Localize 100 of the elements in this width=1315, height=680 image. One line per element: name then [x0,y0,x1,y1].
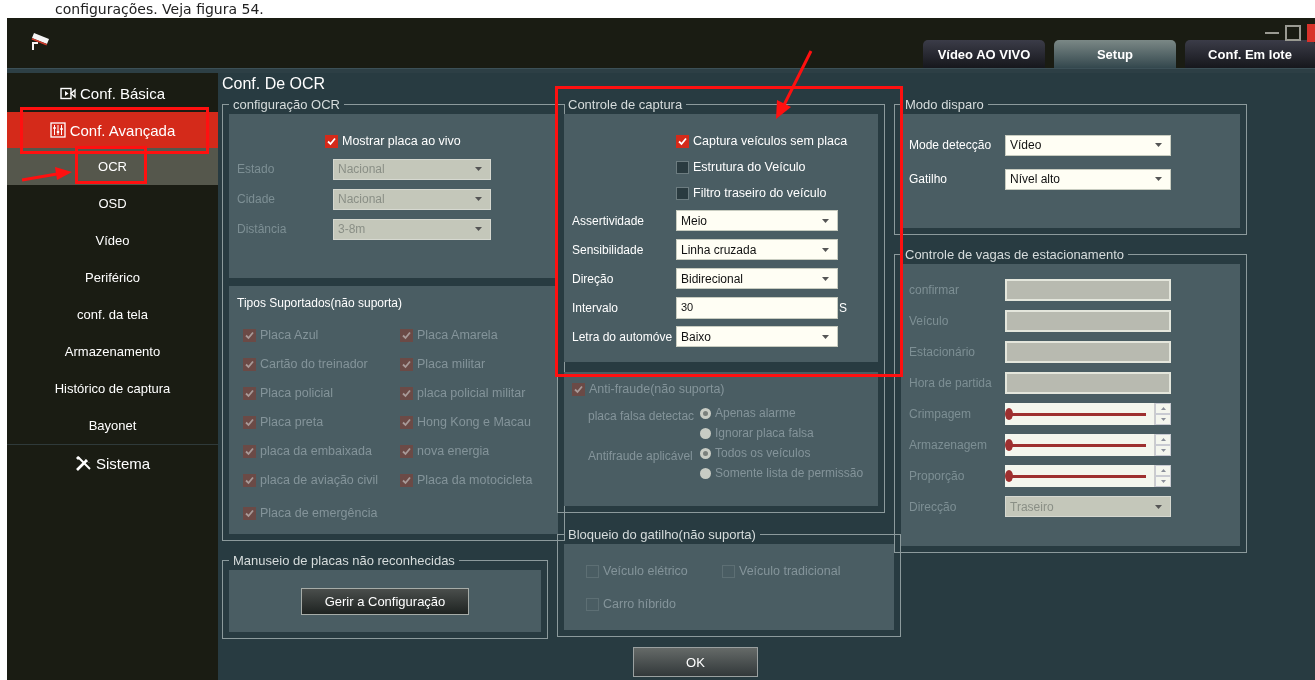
checkbox-label: Mostrar placa ao vivo [342,134,461,148]
checkbox[interactable] [676,160,689,174]
input-field[interactable] [1005,340,1171,363]
up-arrow-icon [1160,437,1166,441]
input-field[interactable] [1005,371,1171,394]
dropdown[interactable]: Linha cruzada [676,239,838,260]
radio-label: Apenas alarme [715,406,796,420]
caret-icon [1155,177,1162,181]
sidebar-item[interactable]: Histórico de captura [7,370,218,407]
up-arrow-icon [1160,406,1166,410]
caret-icon [1155,143,1162,147]
tools-icon [74,454,92,472]
sidebar-section[interactable]: Sistema [7,444,218,481]
checkbox-label: Placa policial [260,386,333,400]
caret-icon [822,276,829,281]
manage-config-button[interactable]: Gerir a Configuração [301,587,469,615]
document-caption: configurações. Veja figura 54. [55,1,264,17]
sidebar-item[interactable]: OSD [7,185,218,222]
checkbox-label: Placa militar [417,357,486,371]
checkbox-label: placa da embaixada [260,444,372,458]
dropdown[interactable]: Nível alto [1005,168,1171,190]
caret-icon [475,197,482,201]
radio-label: Somente lista de permissão [715,466,864,480]
sidebar-item[interactable]: conf. da tela [7,296,218,333]
checkbox-label: Veículo tradicional [739,564,841,578]
sidebar-item[interactable]: Periférico [7,259,218,296]
ok-button[interactable]: OK [633,647,758,677]
checkbox-label: Placa da motocicleta [417,473,533,487]
group-title: Modo disparo [904,97,985,112]
checkbox-label: Placa de emergência [260,506,378,520]
input-field[interactable] [1005,309,1171,332]
caret-icon [822,218,829,223]
sidebar-item[interactable]: Bayonet [7,407,218,444]
checkbox-label: Placa preta [260,415,324,429]
group-title: Bloqueio do gatilho(não suporta) [567,527,757,542]
sidebar-item[interactable]: Armazenamento [7,333,218,370]
camera-icon [59,87,76,100]
field-label: Gatilho [909,172,949,186]
tab[interactable]: Conf. Em lote [1185,40,1315,68]
input-field[interactable] [1005,278,1171,301]
checkbox-label: Estrutura do Veículo [693,160,806,174]
spin-up-button[interactable] [1155,402,1171,414]
unit-label: S [839,300,847,315]
tab[interactable]: Vídeo AO VIVO [923,40,1045,68]
down-arrow-icon [1160,479,1166,483]
sidebar-item[interactable]: Vídeo [7,222,218,259]
maximize-icon[interactable] [1285,25,1301,41]
down-arrow-icon [1160,417,1166,421]
page-title: Conf. De OCR [222,75,327,94]
spin-up-button[interactable] [1155,433,1171,445]
spin-up-button[interactable] [1155,464,1171,476]
up-arrow-icon [1160,468,1166,472]
checkbox[interactable] [676,134,689,148]
group-title: Controle de captura [567,97,684,112]
minimize-icon[interactable] [1265,31,1279,35]
checkbox-label: Veículo elétrico [603,564,688,578]
checkbox-label: placa policial militar [417,386,526,400]
group-title: Manuseio de placas não reconhecidas [232,553,456,568]
checkbox-label: Carro híbrido [603,597,676,611]
caret-icon [475,227,482,231]
sidebar-section[interactable]: Conf. Avançada [7,112,218,148]
radio-label: Ignorar placa falsa [715,426,814,440]
option-label: Antifraude aplicável [588,448,694,465]
checkbox-label: Hong Kong e Macau [417,415,531,429]
checkbox-label: Filtro traseiro do veículo [693,186,827,200]
radio-label: Todos os veículos [715,446,811,460]
checkbox[interactable] [676,186,689,200]
dropdown[interactable]: Baixo [676,326,838,347]
checkbox-label: Placa Azul [260,328,319,342]
dropdown[interactable]: Meio [676,210,838,231]
checkbox-label: placa de aviação civil [260,473,379,487]
checkbox-label: Anti-fraude(não suporta) [589,382,725,396]
dropdown[interactable]: Bidirecional [676,268,838,289]
sliders-icon [49,122,66,138]
sidebar-section[interactable]: Conf. Básica [7,75,218,112]
input-field[interactable]: 30 [676,296,838,319]
caret-icon [822,247,829,252]
caret-icon [1155,504,1162,509]
section-title: Tipos Suportados(não suporta) [237,296,403,310]
field-label: Intervalo [572,300,620,315]
dropdown[interactable]: Vídeo [1005,134,1171,156]
group-title: Controle de vagas de estacionamento [904,247,1125,262]
field-label: Assertividade [572,213,646,228]
field-label: Mode detecção [909,138,993,152]
caret-icon [822,334,829,339]
tab[interactable]: Setup [1054,40,1176,68]
checkbox-label: Captura veículos sem placa [693,134,848,148]
checkbox-label: Placa Amarela [417,328,498,342]
camera-logo-icon [29,30,51,52]
group-title: configuração OCR [232,97,341,112]
caret-icon [475,167,482,171]
checkbox-label: nova energia [417,444,490,458]
checkbox-label: Cartão do treinador [260,357,368,371]
annotation-arrow [21,166,73,182]
down-arrow-icon [1160,448,1166,452]
field-label: Direção [572,271,615,286]
checkbox[interactable] [325,134,338,148]
field-label: Sensibilidade [572,242,645,257]
option-label: placa falsa detectac [588,408,696,425]
field-label: Letra do automóve [572,329,674,344]
